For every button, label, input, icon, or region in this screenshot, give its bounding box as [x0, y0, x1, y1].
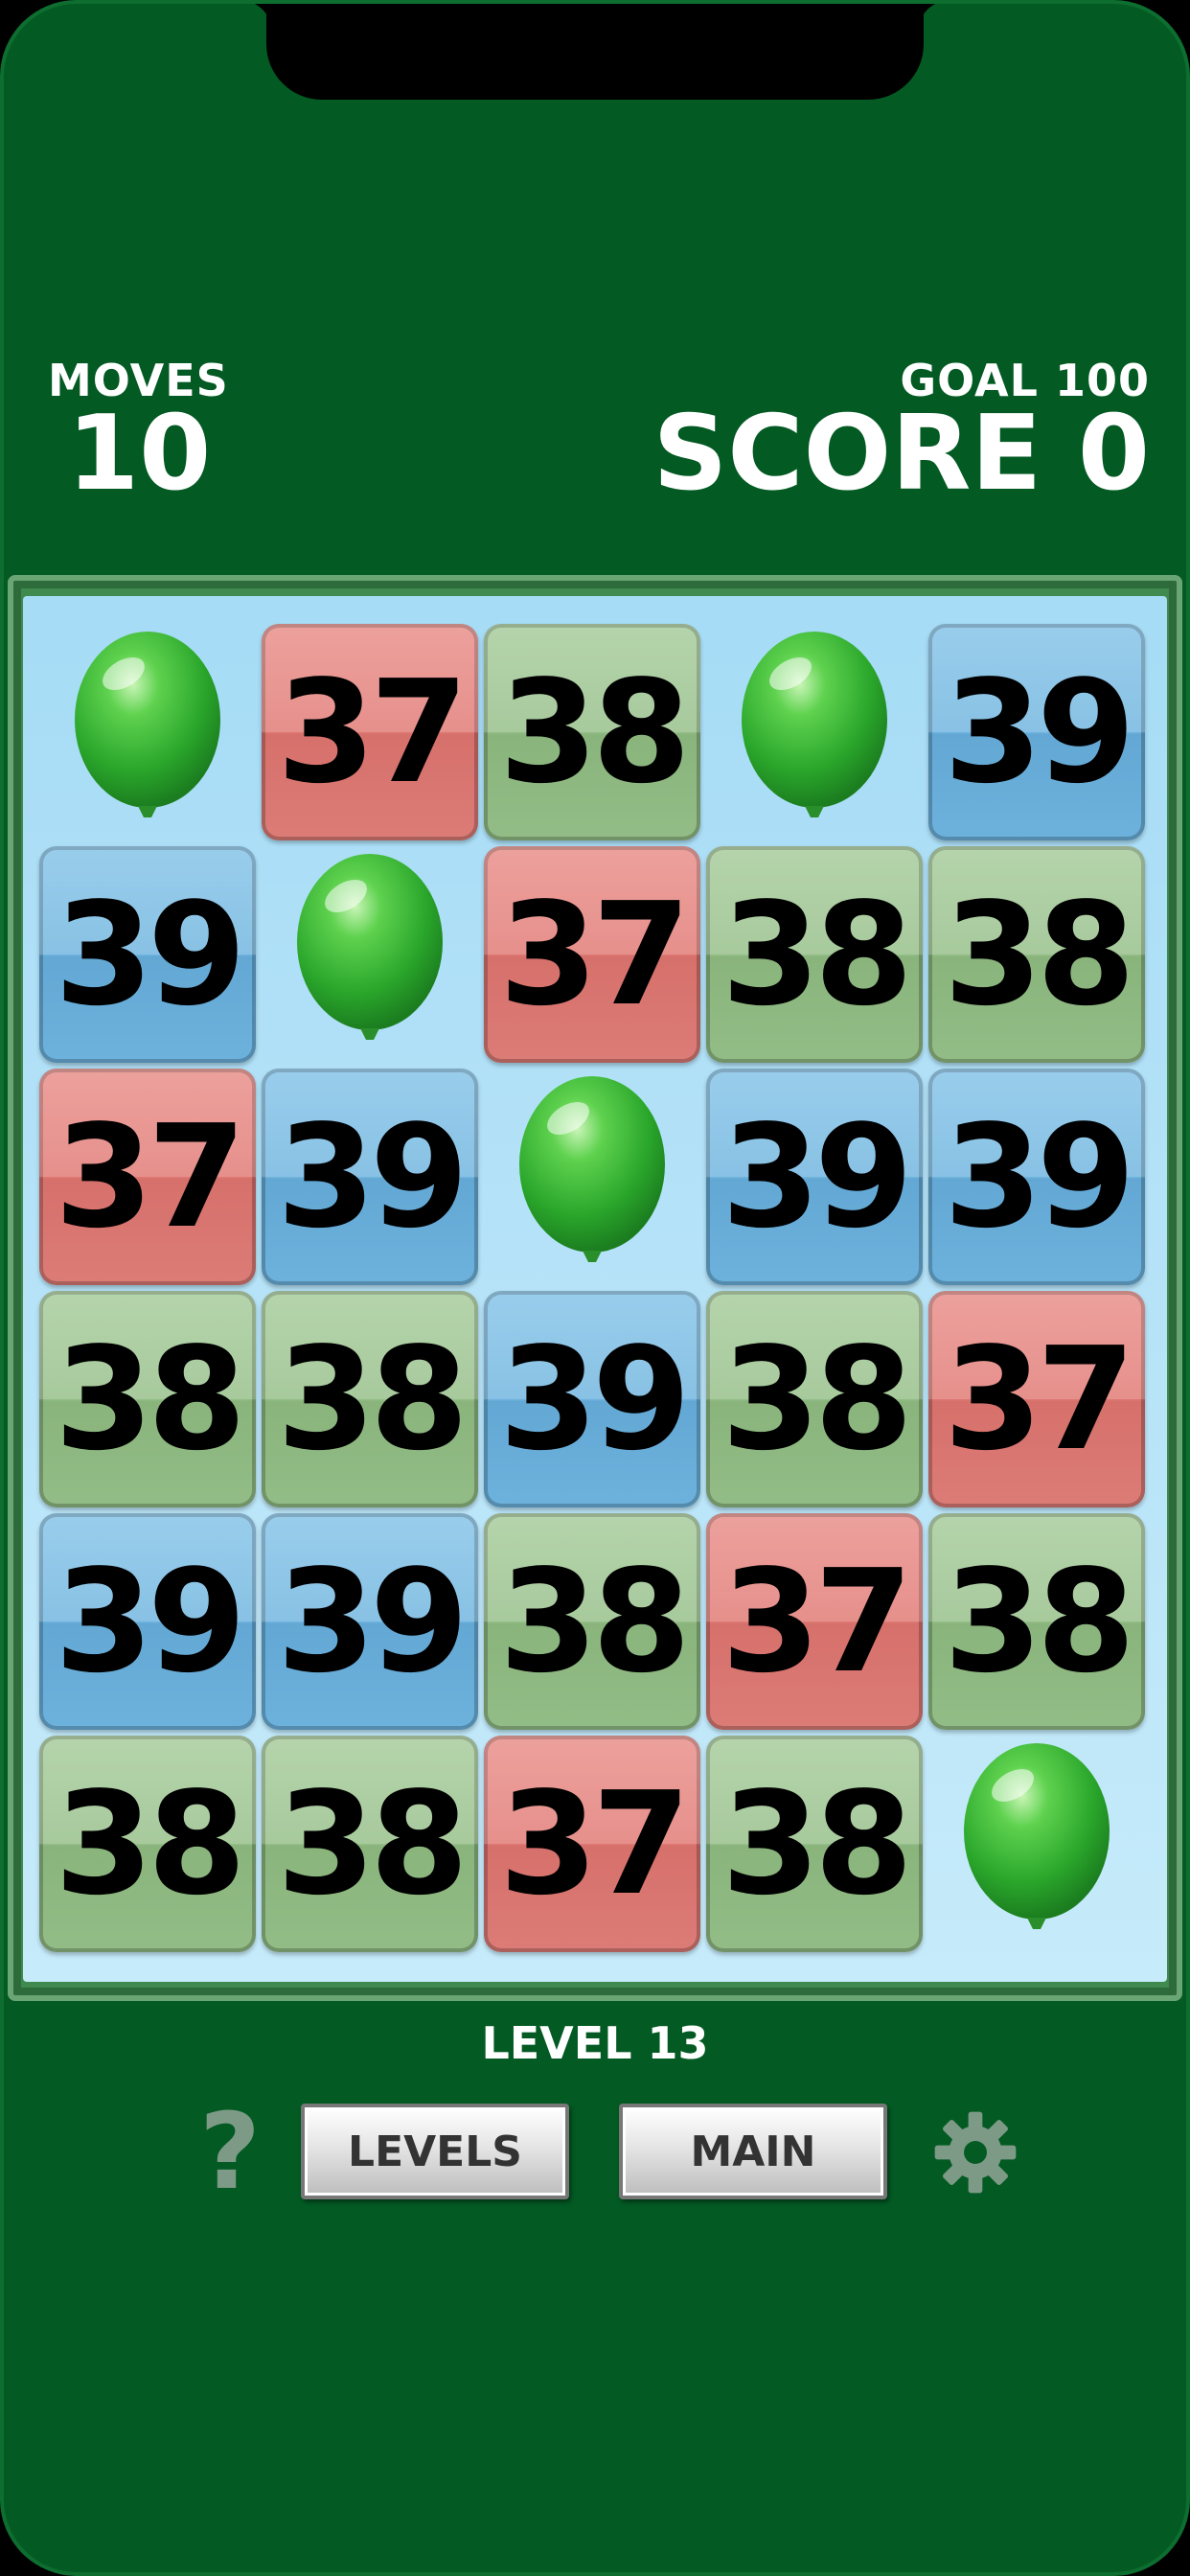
tile-38[interactable]: 38 — [928, 1513, 1145, 1730]
tile-39[interactable]: 39 — [262, 1069, 478, 1285]
tile-number: 38 — [721, 1317, 913, 1482]
tile-38[interactable]: 38 — [262, 1291, 478, 1507]
game-screen: MOVES 10 GOAL 100 SCORE 0 37 38 39 39 37 38 38… — [0, 0, 1190, 2576]
score-value: SCORE 0 — [652, 394, 1150, 514]
tile-number: 38 — [277, 1761, 469, 1926]
tile-number: 38 — [944, 872, 1135, 1037]
tile-39[interactable]: 39 — [928, 1069, 1145, 1285]
tile-37[interactable]: 37 — [484, 846, 700, 1063]
tile-number: 37 — [499, 872, 691, 1037]
device-notch — [266, 0, 924, 100]
tile-38[interactable]: 38 — [706, 846, 923, 1063]
levels-button[interactable]: LEVELS — [301, 2104, 569, 2199]
tile-38[interactable]: 38 — [484, 1513, 700, 1730]
green-balloon-icon[interactable] — [706, 624, 923, 840]
tile-39[interactable]: 39 — [39, 846, 256, 1063]
tile-number: 37 — [499, 1761, 691, 1926]
tile-38[interactable]: 38 — [39, 1736, 256, 1952]
tile-number: 38 — [721, 1761, 913, 1926]
tile-number: 38 — [55, 1761, 246, 1926]
tile-39[interactable]: 39 — [706, 1069, 923, 1285]
green-balloon-icon[interactable] — [262, 846, 478, 1063]
gear-icon[interactable] — [931, 2108, 1019, 2196]
tile-38[interactable]: 38 — [262, 1736, 478, 1952]
tile-number: 39 — [499, 1317, 691, 1482]
tile-38[interactable]: 38 — [928, 846, 1145, 1063]
tile-37[interactable]: 37 — [262, 624, 478, 840]
tile-number: 39 — [944, 1094, 1135, 1259]
tile-38[interactable]: 38 — [706, 1291, 923, 1507]
tile-number: 39 — [277, 1539, 469, 1704]
tile-37[interactable]: 37 — [484, 1736, 700, 1952]
tile-number: 37 — [55, 1094, 246, 1259]
tile-number: 38 — [499, 650, 691, 815]
tile-number: 39 — [944, 650, 1135, 815]
tile-number: 37 — [944, 1317, 1135, 1482]
green-balloon-icon[interactable] — [484, 1069, 700, 1285]
game-board: 37 38 39 39 37 38 38 37 39 39 39 38 38 39 38 37 39 39 38 37… — [23, 596, 1167, 1982]
main-button[interactable]: MAIN — [619, 2104, 887, 2199]
tile-38[interactable]: 38 — [39, 1291, 256, 1507]
tile-number: 38 — [944, 1539, 1135, 1704]
tile-39[interactable]: 39 — [262, 1513, 478, 1730]
tile-38[interactable]: 38 — [484, 624, 700, 840]
tile-number: 38 — [499, 1539, 691, 1704]
tile-number: 38 — [277, 1317, 469, 1482]
tile-number: 38 — [55, 1317, 246, 1482]
tile-37[interactable]: 37 — [39, 1069, 256, 1285]
green-balloon-icon[interactable] — [928, 1736, 1145, 1952]
help-icon[interactable]: ? — [196, 2099, 263, 2204]
tile-37[interactable]: 37 — [928, 1291, 1145, 1507]
tile-number: 39 — [55, 872, 246, 1037]
tile-number: 37 — [277, 650, 469, 815]
tile-number: 39 — [721, 1094, 913, 1259]
tile-number: 37 — [721, 1539, 913, 1704]
level-label: LEVEL 13 — [481, 2017, 709, 2069]
tile-39[interactable]: 39 — [928, 624, 1145, 840]
tile-number: 38 — [721, 872, 913, 1037]
tile-38[interactable]: 38 — [706, 1736, 923, 1952]
tile-39[interactable]: 39 — [484, 1291, 700, 1507]
tile-number: 39 — [55, 1539, 246, 1704]
tile-37[interactable]: 37 — [706, 1513, 923, 1730]
tile-39[interactable]: 39 — [39, 1513, 256, 1730]
tile-number: 39 — [277, 1094, 469, 1259]
green-balloon-icon[interactable] — [39, 624, 256, 840]
moves-value: 10 — [67, 394, 212, 514]
